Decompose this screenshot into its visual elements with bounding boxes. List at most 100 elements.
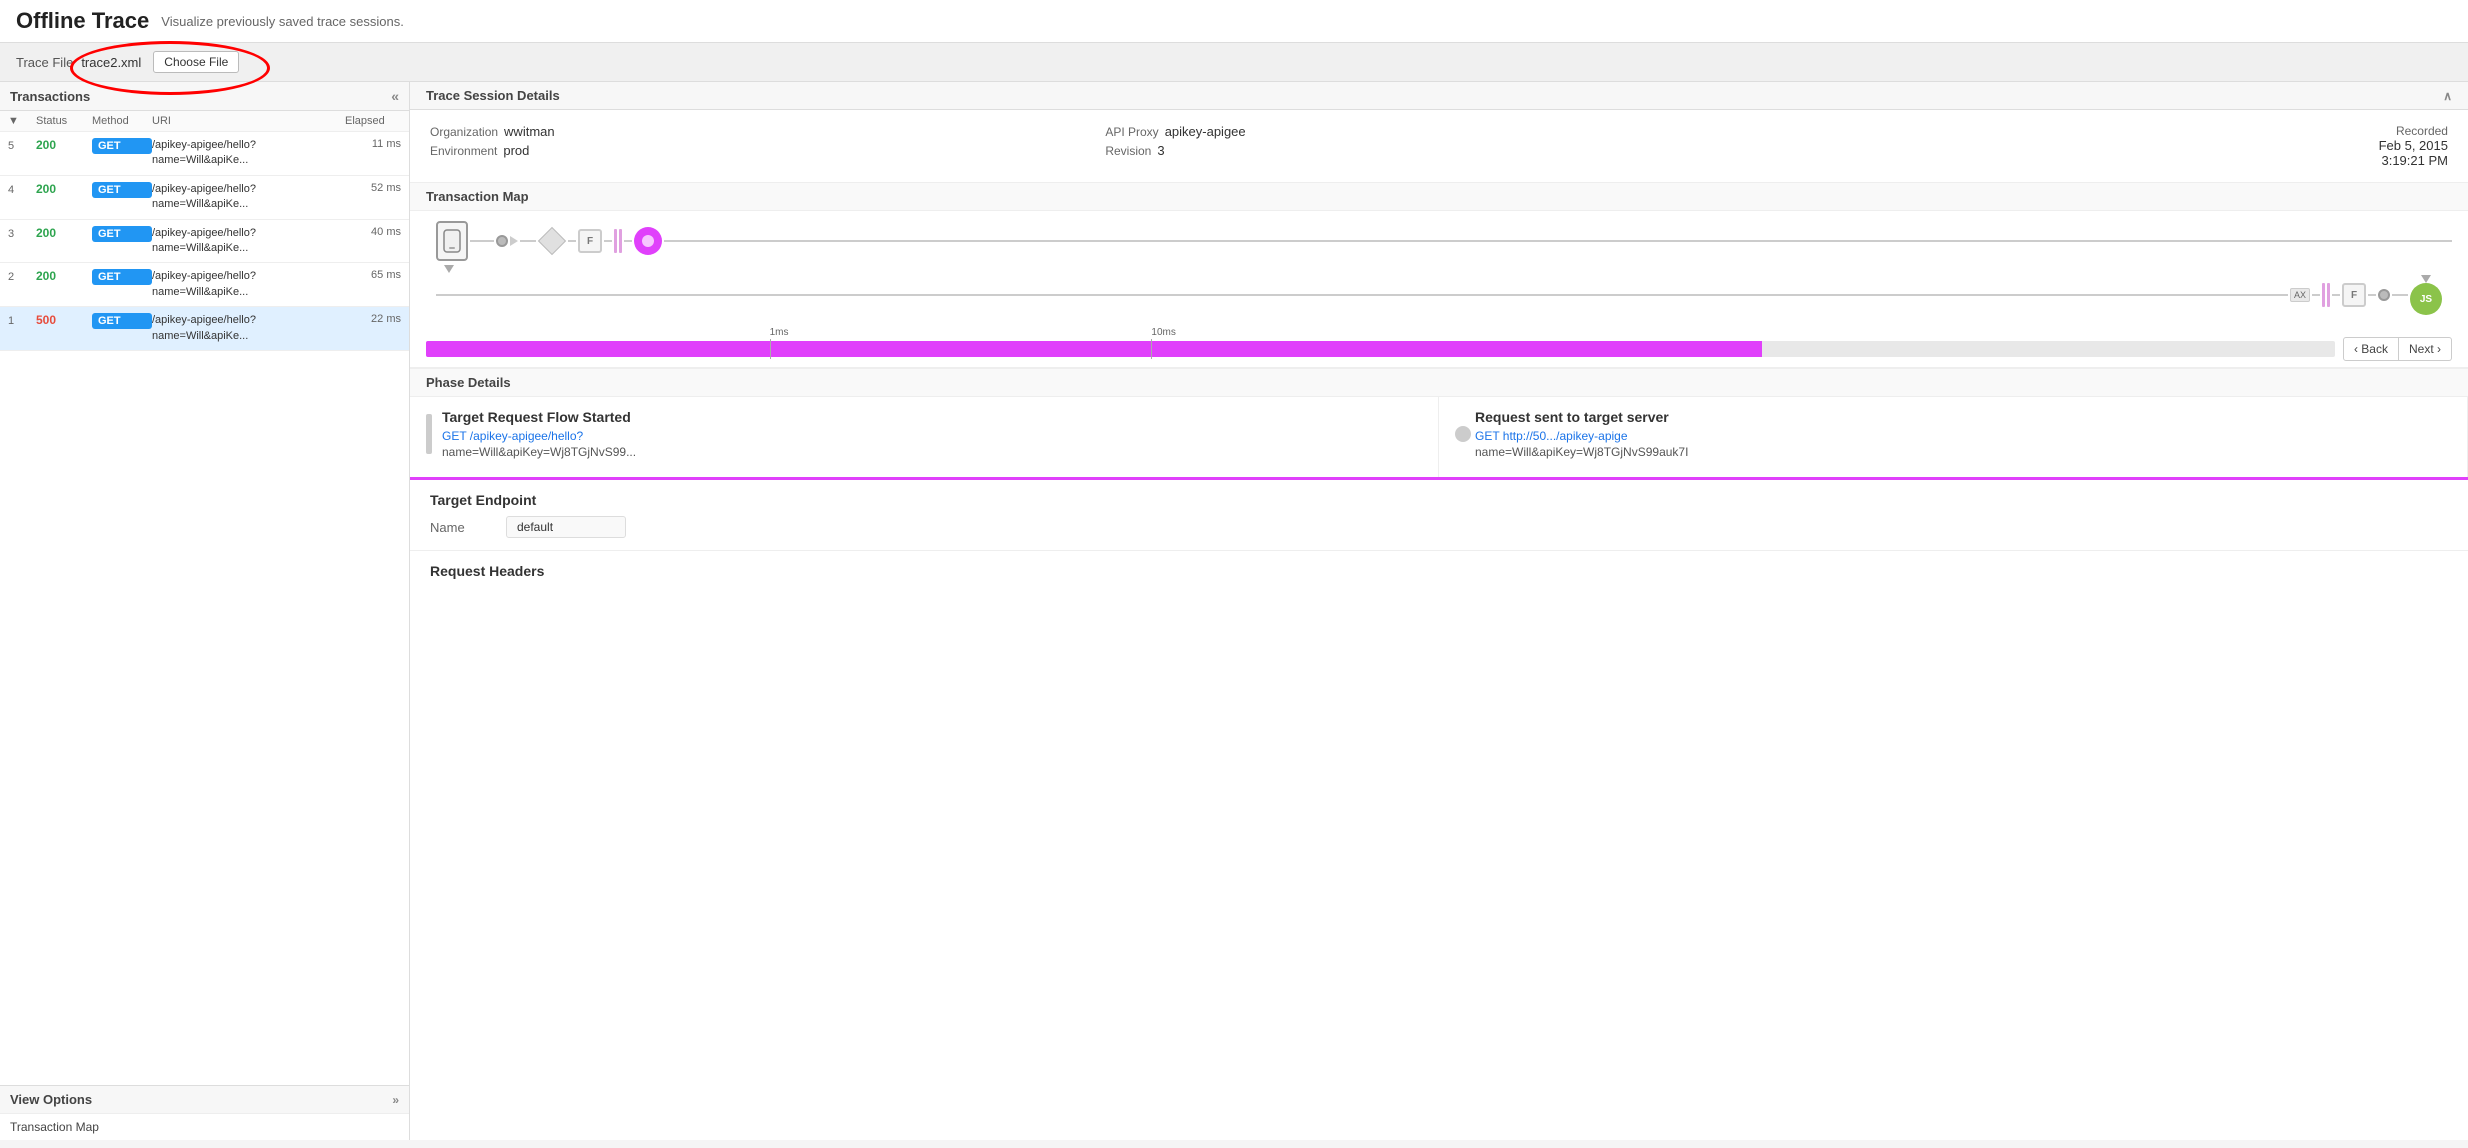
trace-session-collapse[interactable]: ∧ bbox=[2443, 89, 2452, 103]
row-uri: /apikey-apigee/hello?name=Will&apiKe... bbox=[152, 313, 345, 344]
trace-file-name: trace2.xml bbox=[81, 55, 141, 70]
bar-element bbox=[614, 229, 617, 253]
next-button[interactable]: Next › bbox=[2399, 337, 2452, 361]
phase-cards: Target Request Flow Started GET /apikey-… bbox=[410, 397, 2468, 480]
table-row[interactable]: 4 200 GET /apikey-apigee/hello?name=Will… bbox=[0, 176, 409, 220]
proxy-value: apikey-apigee bbox=[1165, 124, 1246, 139]
col-status: Status bbox=[36, 115, 92, 127]
recorded-info: Recorded Feb 5, 2015 3:19:21 PM bbox=[1781, 124, 2448, 168]
timeline-pink-segment bbox=[426, 341, 770, 357]
row-method: GET bbox=[92, 313, 152, 329]
trace-file-label: Trace File bbox=[16, 55, 73, 70]
row-num: 4 bbox=[8, 182, 36, 196]
request-headers-section: Request Headers bbox=[410, 551, 2468, 591]
timeline-section: 1ms 10ms ‹ Back Next › bbox=[410, 331, 2468, 368]
timeline-marker bbox=[1151, 339, 1152, 359]
env-label: Environment bbox=[430, 144, 497, 158]
transaction-map-option: Transaction Map bbox=[10, 1120, 99, 1134]
node-arrow-container: JS bbox=[2410, 275, 2442, 315]
flow-connector bbox=[568, 240, 576, 242]
row-method: GET bbox=[92, 138, 152, 154]
proxy-revision-info: API Proxy apikey-apigee Revision 3 bbox=[1105, 124, 1772, 168]
phase-card-2-method: GET http://50.../apikey-apige bbox=[1475, 429, 1688, 443]
down-arrow bbox=[444, 265, 454, 273]
transactions-table: 5 200 GET /apikey-apigee/hello?name=Will… bbox=[0, 132, 409, 1085]
table-row[interactable]: 3 200 GET /apikey-apigee/hello?name=Will… bbox=[0, 220, 409, 264]
choose-file-button[interactable]: Choose File bbox=[153, 51, 239, 73]
active-phase-node[interactable] bbox=[634, 227, 662, 255]
transactions-columns: ▼ Status Method URI Elapsed bbox=[0, 111, 409, 132]
phase-card-2-header: Request sent to target server GET http:/… bbox=[1455, 409, 2451, 459]
flow-bottom-row: AX F bbox=[426, 275, 2452, 315]
flow-connector bbox=[2368, 294, 2376, 296]
row-status: 500 bbox=[36, 313, 92, 327]
phase-card-1-method: GET /apikey-apigee/hello? bbox=[442, 429, 636, 443]
phase-card-2-title: Request sent to target server bbox=[1475, 409, 1688, 425]
collapse-icon[interactable]: « bbox=[391, 88, 399, 104]
flow-connector bbox=[2312, 294, 2320, 296]
col-method: Method bbox=[92, 115, 152, 127]
row-elapsed: 40 ms bbox=[345, 226, 401, 238]
row-status: 200 bbox=[36, 226, 92, 240]
org-pair: Organization wwitman bbox=[430, 124, 1097, 139]
phase-card-2-content: Request sent to target server GET http:/… bbox=[1475, 409, 1688, 459]
revision-value: 3 bbox=[1157, 143, 1164, 158]
flow-connector-long bbox=[436, 294, 2288, 296]
transactions-title: Transactions bbox=[10, 89, 90, 104]
map-container: F bbox=[410, 211, 2468, 331]
endpoint-section: Target Endpoint Name default bbox=[410, 480, 2468, 551]
flow-arrow bbox=[510, 236, 518, 246]
phase-details-section: Phase Details Target Request Flow Starte… bbox=[410, 369, 2468, 1140]
bar-element bbox=[2327, 283, 2330, 307]
header-bar: Offline Trace Visualize previously saved… bbox=[0, 0, 2468, 43]
row-elapsed: 11 ms bbox=[345, 138, 401, 150]
endpoint-name-label: Name bbox=[430, 520, 490, 535]
page-title: Offline Trace bbox=[16, 8, 149, 34]
row-elapsed: 52 ms bbox=[345, 182, 401, 194]
view-options-chevron[interactable]: » bbox=[392, 1093, 399, 1107]
endpoint-row: Name default bbox=[430, 516, 2448, 538]
phase-details-header: Phase Details bbox=[410, 369, 2468, 397]
right-panel: Trace Session Details ∧ Organization wwi… bbox=[410, 82, 2468, 1140]
org-label: Organization bbox=[430, 125, 498, 139]
phase-card-bar bbox=[426, 414, 432, 454]
flow-node-dot bbox=[2378, 289, 2390, 301]
collapse-icons[interactable]: « bbox=[391, 88, 399, 104]
table-row[interactable]: 5 200 GET /apikey-apigee/hello?name=Will… bbox=[0, 132, 409, 176]
row-method: GET bbox=[92, 182, 152, 198]
flow-connector bbox=[470, 240, 494, 242]
phase-card-1-title: Target Request Flow Started bbox=[442, 409, 636, 425]
phase-card-1-text: name=Will&apiKey=Wj8TGjNvS99... bbox=[442, 445, 636, 459]
proxy-pair: API Proxy apikey-apigee bbox=[1105, 124, 1772, 139]
row-num: 2 bbox=[8, 269, 36, 283]
row-method: GET bbox=[92, 226, 152, 242]
timeline-marker-label: 1ms bbox=[770, 327, 789, 338]
revision-label: Revision bbox=[1105, 144, 1151, 158]
down-arrow-container bbox=[426, 265, 2452, 273]
trace-session-header: Trace Session Details ∧ bbox=[410, 82, 2468, 110]
endpoint-title: Target Endpoint bbox=[430, 492, 2448, 508]
endpoint-name-value: default bbox=[506, 516, 626, 538]
row-uri: /apikey-apigee/hello?name=Will&apiKe... bbox=[152, 226, 345, 257]
transaction-map-label: Transaction Map bbox=[410, 183, 2468, 211]
table-row[interactable]: 1 500 GET /apikey-apigee/hello?name=Will… bbox=[0, 307, 409, 351]
flow-connector bbox=[520, 240, 536, 242]
view-options-bar[interactable]: View Options » bbox=[0, 1085, 409, 1113]
diamond-shape bbox=[538, 227, 566, 255]
flow-connector-long bbox=[664, 240, 2452, 242]
back-button[interactable]: ‹ Back bbox=[2343, 337, 2399, 361]
col-uri: URI bbox=[152, 115, 345, 127]
org-env-info: Organization wwitman Environment prod bbox=[430, 124, 1097, 168]
diamond-node bbox=[538, 227, 566, 255]
timeline-blue-segment bbox=[770, 341, 1763, 357]
bar-element bbox=[2322, 283, 2325, 307]
table-row[interactable]: 2 200 GET /apikey-apigee/hello?name=Will… bbox=[0, 263, 409, 307]
phase-card-1-header: Target Request Flow Started GET /apikey-… bbox=[426, 409, 1422, 459]
row-uri: /apikey-apigee/hello?name=Will&apiKe... bbox=[152, 269, 345, 300]
nodejs-icon: JS bbox=[2410, 283, 2442, 315]
timeline-wrapper: 1ms 10ms bbox=[426, 337, 2335, 361]
col-elapsed: Elapsed bbox=[345, 115, 401, 127]
flow-node-dot bbox=[496, 235, 508, 247]
row-method: GET bbox=[92, 269, 152, 285]
flow-top-row: F bbox=[426, 221, 2452, 261]
